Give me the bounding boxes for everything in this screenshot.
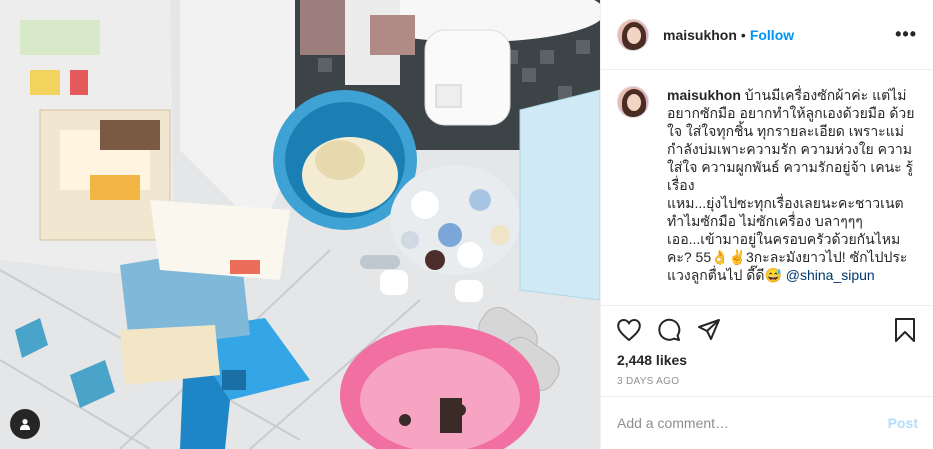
caption-avatar[interactable]: [617, 86, 649, 118]
follow-button[interactable]: Follow: [750, 27, 794, 43]
caption-text: maisukhon บ้านมีเครื่องซักผ้าค่ะ แต่ไม่อ…: [667, 86, 917, 304]
action-icons-row: [617, 312, 918, 348]
post-sidebar: maisukhon • Follow ••• maisukhon บ้านมีเ…: [600, 0, 933, 449]
comment-input[interactable]: [617, 415, 880, 431]
heart-icon[interactable]: [617, 315, 657, 345]
caption-line-2: แหม...ยุ่งไปซะทุกเรื่องเลยนะคะชาวเนตทำไม…: [667, 195, 904, 229]
tagged-users-button[interactable]: [10, 409, 40, 439]
username-link[interactable]: maisukhon: [663, 27, 737, 43]
post-actions: 2,448 likes 3 DAYS AGO: [601, 305, 933, 387]
comment-bubble-icon[interactable]: [657, 315, 697, 345]
bathroom-laundry-image: [0, 0, 600, 449]
post-header: maisukhon • Follow •••: [601, 0, 933, 70]
avatar[interactable]: [617, 18, 649, 51]
mention-link[interactable]: @shina_sipun: [786, 267, 875, 283]
caption-section: maisukhon บ้านมีเครื่องซักผ้าค่ะ แต่ไม่อ…: [601, 70, 933, 304]
bookmark-icon[interactable]: [894, 315, 918, 345]
post-comment-button[interactable]: Post: [888, 415, 918, 431]
post-photo[interactable]: [0, 0, 600, 449]
user-tag-icon: [19, 418, 31, 430]
paper-plane-icon[interactable]: [697, 315, 737, 345]
post-timestamp[interactable]: 3 DAYS AGO: [617, 376, 918, 387]
separator-dot: •: [740, 26, 746, 43]
more-options-icon[interactable]: •••: [895, 24, 917, 45]
comment-form: Post: [601, 396, 933, 449]
likes-count[interactable]: 2,448 likes: [617, 352, 918, 368]
caption-username-link[interactable]: maisukhon: [667, 87, 741, 103]
